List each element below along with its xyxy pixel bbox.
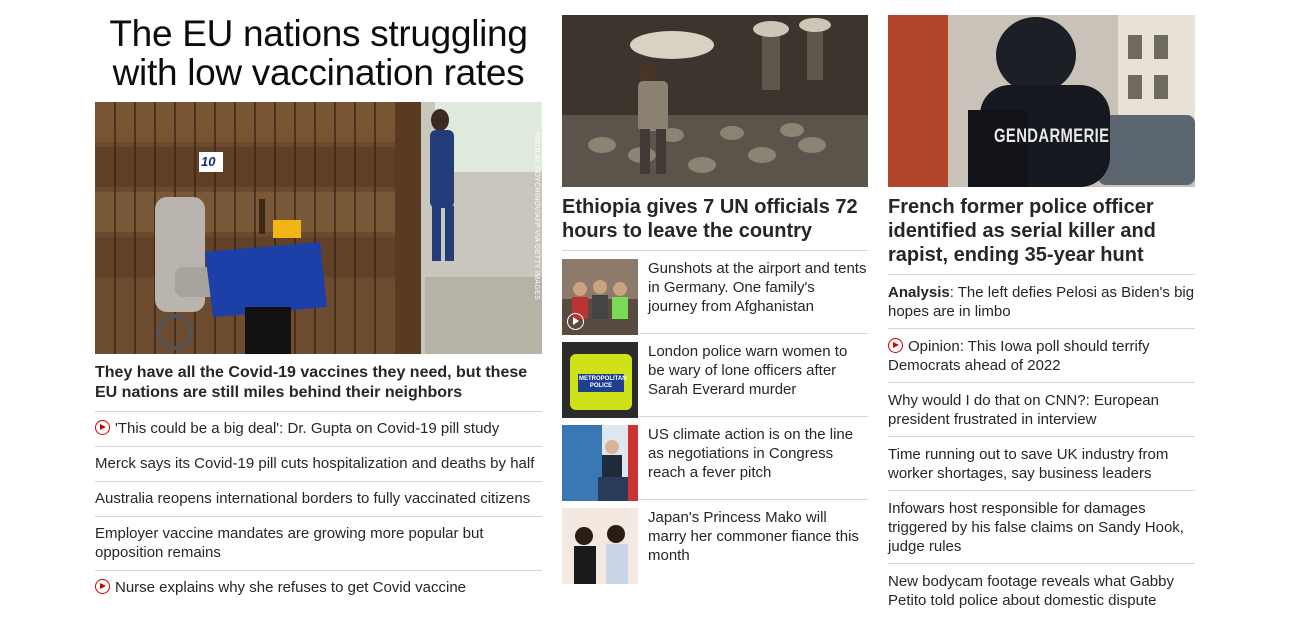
story-thumbnail[interactable] bbox=[562, 508, 638, 584]
story-link-text: Gunshots at the airport and tents in Ger… bbox=[648, 260, 867, 315]
ethiopia-headline[interactable]: Ethiopia gives 7 UN officials 72 hours t… bbox=[562, 195, 868, 251]
more-stories-list: Analysis: The left defies Pelosi as Bide… bbox=[888, 275, 1195, 617]
gendarmerie-label: GENDARMERIE bbox=[994, 126, 1110, 147]
story-thumbnail[interactable] bbox=[562, 425, 638, 501]
police-killer-headline[interactable]: French former police officer identified … bbox=[888, 195, 1195, 275]
story-link-text: London police warn women to be wary of l… bbox=[648, 343, 848, 398]
story-thumbnail[interactable] bbox=[562, 259, 638, 335]
video-stories-list: Gunshots at the airport and tents in Ger… bbox=[562, 251, 868, 584]
story-link-text: Opinion: This Iowa poll should terrify D… bbox=[888, 338, 1150, 374]
related-story-link[interactable]: New bodycam footage reveals what Gabby P… bbox=[888, 564, 1195, 617]
play-icon bbox=[95, 420, 110, 435]
related-story-link[interactable]: Australia reopens international borders … bbox=[95, 482, 542, 517]
chair-number-sign: 10 bbox=[201, 154, 216, 169]
story-link-text: 'This could be a big deal': Dr. Gupta on… bbox=[115, 420, 500, 437]
ethiopia-story-image[interactable] bbox=[562, 15, 868, 187]
story-link-text: US climate action is on the line as nego… bbox=[648, 426, 854, 481]
main-subheadline[interactable]: They have all the Covid-19 vaccines they… bbox=[95, 363, 542, 412]
story-link-text: Why would I do that on CNN?: European pr… bbox=[888, 392, 1159, 428]
story-with-thumbnail[interactable]: METROPOLITAN POLICE London police warn wo… bbox=[562, 334, 868, 418]
story-link-text: Employer vaccine mandates are growing mo… bbox=[95, 525, 484, 561]
second-story-column: Ethiopia gives 7 UN officials 72 hours t… bbox=[562, 0, 868, 584]
thumbnail-vest-text: METROPOLITAN POLICE bbox=[579, 376, 627, 389]
story-link-text: Infowars host responsible for damages tr… bbox=[888, 500, 1184, 555]
story-link-text: Australia reopens international borders … bbox=[95, 490, 531, 507]
story-label-prefix: Analysis bbox=[888, 284, 950, 301]
related-story-link[interactable]: Infowars host responsible for damages tr… bbox=[888, 491, 1195, 564]
related-story-link[interactable]: Employer vaccine mandates are growing mo… bbox=[95, 517, 542, 571]
main-story-column: The EU nations struggling with low vacci… bbox=[95, 0, 542, 605]
play-icon bbox=[567, 313, 584, 330]
third-story-column: GENDARMERIE French former police officer… bbox=[888, 0, 1195, 617]
related-story-link[interactable]: Merck says its Covid-19 pill cuts hospit… bbox=[95, 447, 542, 482]
play-icon bbox=[888, 338, 903, 353]
related-story-link[interactable]: 'This could be a big deal': Dr. Gupta on… bbox=[95, 412, 542, 447]
play-icon bbox=[95, 579, 110, 594]
main-story-image[interactable]: NIKOLAY DOYCHINOV/AFP VIA GETTY IMAGES 1… bbox=[95, 102, 542, 354]
story-with-thumbnail[interactable]: Japan's Princess Mako will marry her com… bbox=[562, 500, 868, 584]
related-story-link[interactable]: Why would I do that on CNN?: European pr… bbox=[888, 383, 1195, 437]
main-headline[interactable]: The EU nations struggling with low vacci… bbox=[95, 14, 542, 92]
story-link-text: Merck says its Covid-19 pill cuts hospit… bbox=[95, 455, 535, 472]
related-story-link[interactable]: Opinion: This Iowa poll should terrify D… bbox=[888, 329, 1195, 383]
story-thumbnail[interactable]: METROPOLITAN POLICE bbox=[562, 342, 638, 418]
story-link-text: New bodycam footage reveals what Gabby P… bbox=[888, 573, 1174, 609]
gendarmerie-story-image[interactable]: GENDARMERIE bbox=[888, 15, 1195, 187]
related-stories-list: 'This could be a big deal': Dr. Gupta on… bbox=[95, 412, 542, 605]
story-link-text: Time running out to save UK industry fro… bbox=[888, 446, 1169, 482]
story-link-text: Nurse explains why she refuses to get Co… bbox=[115, 579, 467, 596]
related-story-link[interactable]: Time running out to save UK industry fro… bbox=[888, 437, 1195, 491]
related-story-link[interactable]: Analysis: The left defies Pelosi as Bide… bbox=[888, 275, 1195, 329]
story-link-text: Japan's Princess Mako will marry her com… bbox=[648, 509, 859, 564]
story-with-thumbnail[interactable]: US climate action is on the line as nego… bbox=[562, 417, 868, 501]
photo-credit: NIKOLAY DOYCHINOV/AFP VIA GETTY IMAGES bbox=[533, 132, 540, 301]
related-story-link[interactable]: Nurse explains why she refuses to get Co… bbox=[95, 571, 542, 605]
story-with-thumbnail[interactable]: Gunshots at the airport and tents in Ger… bbox=[562, 251, 868, 335]
